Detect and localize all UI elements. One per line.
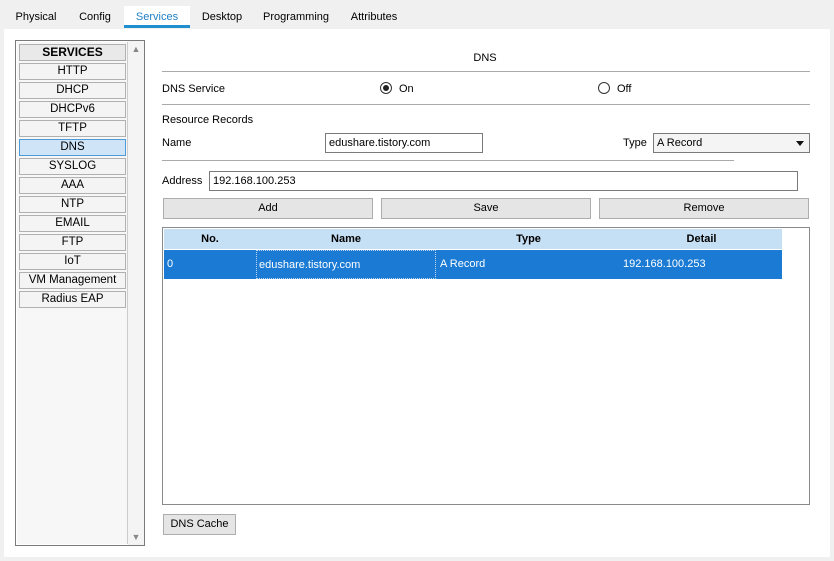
tab-programming[interactable]: Programming (258, 6, 334, 28)
dns-on-radio[interactable] (380, 82, 392, 94)
sidebar-scrollbar[interactable]: ▲ ▼ (128, 41, 144, 545)
dns-off-label: Off (617, 83, 632, 95)
sidebar-item-dhcpv6[interactable]: DHCPv6 (19, 101, 126, 118)
resource-records-label: Resource Records (162, 114, 254, 126)
type-label: Type (623, 137, 647, 149)
sidebar-item-radius-eap[interactable]: Radius EAP (19, 291, 126, 308)
sidebar-item-iot[interactable]: IoT (19, 253, 126, 270)
services-header: SERVICES (19, 44, 126, 61)
address-label: Address (162, 175, 203, 187)
type-select-value: A Record (657, 137, 703, 149)
address-input[interactable]: 192.168.100.253 (209, 171, 798, 191)
scroll-down-icon[interactable]: ▼ (128, 529, 144, 545)
sidebar-item-vm-management[interactable]: VM Management (19, 272, 126, 289)
scroll-up-icon[interactable]: ▲ (128, 41, 144, 57)
sidebar-item-syslog[interactable]: SYSLOG (19, 158, 126, 175)
cell-name: edushare.tistory.com (256, 250, 436, 279)
dns-on-label: On (399, 83, 414, 95)
sidebar-item-dhcp[interactable]: DHCP (19, 82, 126, 99)
sidebar-item-email[interactable]: EMAIL (19, 215, 126, 232)
column-type[interactable]: Type (436, 229, 621, 249)
sidebar-item-http[interactable]: HTTP (19, 63, 126, 80)
save-button[interactable]: Save (381, 198, 591, 219)
tab-services[interactable]: Services (124, 6, 190, 28)
dns-off-radio[interactable] (598, 82, 610, 94)
cell-detail: 192.168.100.253 (623, 258, 706, 270)
cell-type: A Record (440, 258, 486, 270)
tab-bar: Physical Config Services Desktop Program… (0, 0, 834, 29)
name-label: Name (162, 137, 192, 149)
remove-button[interactable]: Remove (599, 198, 809, 219)
divider (162, 71, 810, 72)
type-select[interactable]: A Record (653, 133, 810, 153)
sidebar-item-tftp[interactable]: TFTP (19, 120, 126, 137)
sidebar-item-aaa[interactable]: AAA (19, 177, 126, 194)
name-input[interactable]: edushare.tistory.com (325, 133, 483, 153)
add-button[interactable]: Add (163, 198, 373, 219)
services-sidebar: SERVICES HTTP DHCP DHCPv6 TFTP DNS SYSLO… (15, 40, 145, 546)
chevron-down-icon (796, 141, 804, 146)
sidebar-item-ntp[interactable]: NTP (19, 196, 126, 213)
dns-service-label: DNS Service (162, 83, 225, 95)
tab-attributes[interactable]: Attributes (342, 6, 406, 28)
column-name[interactable]: Name (256, 229, 436, 249)
tab-config[interactable]: Config (72, 6, 118, 28)
divider (162, 160, 734, 161)
services-list: SERVICES HTTP DHCP DHCPv6 TFTP DNS SYSLO… (17, 42, 128, 544)
table-row[interactable]: 0 edushare.tistory.com A Record 192.168.… (164, 250, 782, 279)
sidebar-item-ftp[interactable]: FTP (19, 234, 126, 251)
divider (162, 104, 810, 105)
column-detail[interactable]: Detail (621, 229, 782, 249)
dns-records-table: No. Name Type Detail 0 edushare.tistory.… (162, 227, 810, 505)
cell-no: 0 (167, 258, 174, 270)
sidebar-item-dns[interactable]: DNS (19, 139, 126, 156)
table-header: No. Name Type Detail (164, 229, 782, 249)
page-title: DNS (473, 52, 497, 64)
dns-cache-button[interactable]: DNS Cache (163, 514, 236, 535)
tab-physical[interactable]: Physical (8, 6, 64, 28)
column-no[interactable]: No. (164, 229, 256, 249)
tab-desktop[interactable]: Desktop (194, 6, 250, 28)
